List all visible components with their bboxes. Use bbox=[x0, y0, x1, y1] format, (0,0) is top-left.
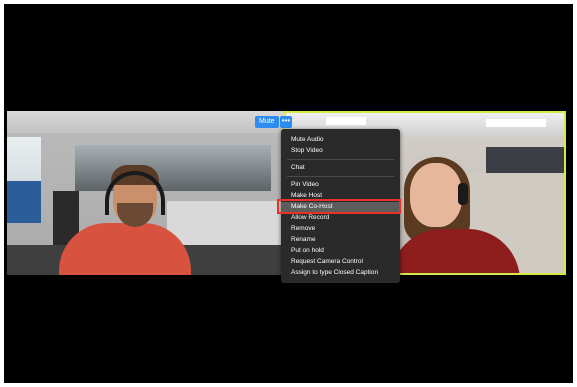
interior-window bbox=[75, 145, 271, 191]
participant-face bbox=[410, 163, 462, 227]
ceiling-light bbox=[326, 117, 366, 125]
menu-divider bbox=[287, 159, 394, 160]
menu-item-stop-video[interactable]: Stop Video bbox=[281, 146, 400, 156]
menu-item-put-on-hold[interactable]: Put on hold bbox=[281, 246, 400, 256]
headset-icon bbox=[458, 183, 468, 205]
more-options-icon[interactable]: ••• bbox=[280, 116, 292, 128]
menu-item-mute-audio[interactable]: Mute Audio bbox=[281, 135, 400, 145]
menu-item-chat[interactable]: Chat bbox=[281, 163, 400, 173]
menu-item-assign-closed-caption[interactable]: Assign to type Closed Caption bbox=[281, 268, 400, 278]
menu-divider bbox=[287, 176, 394, 177]
menu-item-remove[interactable]: Remove bbox=[281, 224, 400, 234]
blue-panel bbox=[7, 181, 41, 223]
menu-item-allow-record[interactable]: Allow Record bbox=[281, 213, 400, 223]
mute-button[interactable]: Mute bbox=[255, 116, 279, 128]
highlight-annotation bbox=[277, 199, 401, 214]
menu-item-rename[interactable]: Rename bbox=[281, 235, 400, 245]
menu-item-request-camera-control[interactable]: Request Camera Control bbox=[281, 257, 400, 267]
cabinet bbox=[486, 147, 564, 173]
ceiling bbox=[7, 111, 288, 133]
participant-video-left[interactable] bbox=[7, 111, 288, 275]
ceiling-light bbox=[486, 119, 546, 127]
menu-item-pin-video[interactable]: Pin Video bbox=[281, 180, 400, 190]
